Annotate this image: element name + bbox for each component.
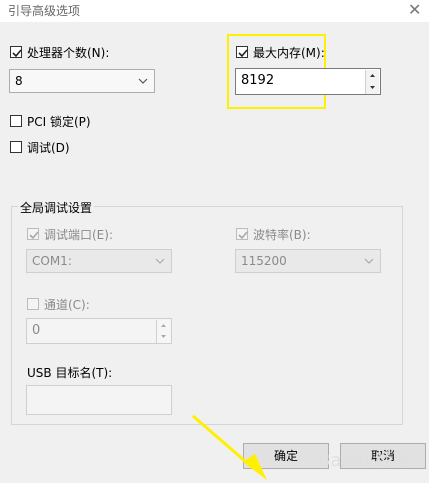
checkmark-icon [238,49,248,58]
up-arrow-icon [161,324,166,327]
usb-target-label: USB 目标名(T): [27,366,113,380]
processor-count-select[interactable]: 8 [9,69,155,93]
channel-input[interactable]: 0 [26,318,172,344]
debug-label: 调试(D) [27,141,70,155]
close-icon[interactable]: ✕ [408,1,421,19]
down-arrow-icon [370,86,375,89]
checkmark-icon [12,49,22,58]
global-debug-group-label: 全局调试设置 [18,199,95,216]
spin-down-button[interactable] [365,82,379,94]
down-arrow-icon [161,335,166,338]
processor-count-value: 8 [15,74,23,88]
max-memory-checkbox[interactable] [236,46,248,58]
chevron-down-icon [138,78,148,84]
usb-target-input[interactable] [26,385,172,415]
debug-port-select[interactable]: COM1: [26,249,172,273]
processor-count-checkbox[interactable] [10,46,22,58]
channel-value: 0 [32,323,41,338]
pci-lock-checkbox[interactable] [10,115,22,127]
spin-down-button[interactable] [156,331,170,343]
debug-port-checkbox[interactable] [27,228,39,240]
channel-checkbox[interactable] [27,298,39,310]
max-memory-value: 8192 [241,73,275,88]
checkmark-icon [238,231,248,240]
debug-port-label: 调试端口(E): [44,228,113,242]
debug-checkbox[interactable] [10,141,22,153]
watermark-text: Baidu 经验 [318,450,411,471]
up-arrow-icon [370,74,375,77]
baud-rate-select[interactable]: 115200 [235,249,381,273]
max-memory-input[interactable]: 8192 [235,68,381,95]
max-memory-label: 最大内存(M): [253,46,325,60]
chevron-down-icon [364,258,374,264]
baud-rate-label: 波特率(B): [253,228,311,242]
annotation-arrow-icon [192,414,267,480]
chevron-down-icon [155,258,165,264]
baud-rate-checkbox[interactable] [236,228,248,240]
processor-count-label: 处理器个数(N): [27,46,110,60]
checkmark-icon [29,231,39,240]
window-title: 引导高级选项 [8,4,81,18]
pci-lock-label: PCI 锁定(P) [27,115,91,129]
channel-label: 通道(C): [44,298,90,312]
debug-port-value: COM1: [32,254,72,268]
spin-up-button[interactable] [365,70,379,82]
baud-rate-value: 115200 [241,254,287,268]
